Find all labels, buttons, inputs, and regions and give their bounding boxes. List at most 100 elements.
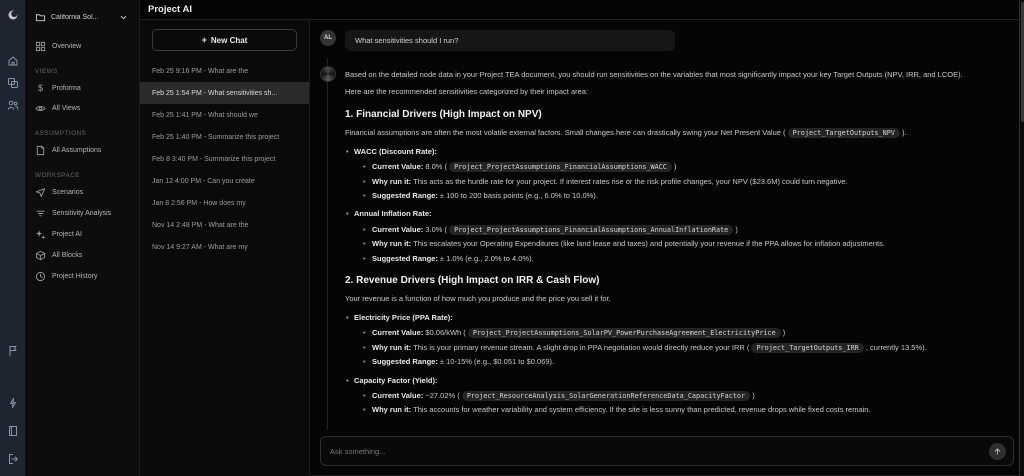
sidebar-item-label: All Assumptions (52, 147, 102, 154)
sidebar-item-label: Sensitivity Analysis (52, 210, 112, 217)
chat-history-item[interactable]: Jan 12 4:00 PM - Can you create (140, 170, 309, 192)
assistant-paragraph: Here are the recommended sensitivities c… (345, 87, 589, 97)
chat-history-panel: + New Chat Feb 25 9:16 PM - What are the… (140, 20, 310, 476)
chat-history-item[interactable]: Nov 14 2:48 PM - What are the (140, 214, 309, 236)
composer (320, 436, 1014, 466)
sidebar-section-label: ASSUMPTIONS (35, 130, 87, 137)
sidebar-item-all-views[interactable]: All Views (33, 98, 131, 119)
assistant-bullet: Suggested Range: ± 10-15% (e.g., $0.051 … (345, 357, 1002, 367)
chat-history-item[interactable]: Feb 25 1:54 PM - What sensitivities sh..… (140, 82, 309, 104)
scrollbar[interactable] (1019, 0, 1024, 476)
project-selector-label: California Sol... (51, 14, 99, 21)
assistant-message-row: Based on the detailed node data in your … (320, 66, 1010, 420)
assistant-bullet: Capacity Factor (Yield): (345, 376, 1002, 386)
rail-item-users[interactable] (5, 97, 20, 112)
assistant-section-heading: 1. Financial Drivers (High Impact on NPV… (345, 108, 542, 120)
assistant-paragraph: Your revenue is a function of how much y… (345, 294, 611, 304)
conversation: AL What sensitivities should I run? Base… (310, 20, 1024, 430)
book-icon (7, 425, 19, 437)
arrow-up-icon (993, 447, 1002, 456)
sidebar-item-overview[interactable]: Overview (33, 36, 131, 57)
sidebar-item-label: Project AI (52, 231, 82, 238)
rail-item-book[interactable] (5, 423, 20, 438)
sidebar-item-sensitivity-analysis[interactable]: Sensitivity Analysis (33, 203, 131, 224)
sidebar-item-project-ai[interactable]: Project AI (33, 224, 131, 245)
rail-item-zap[interactable] (5, 395, 20, 410)
chat-history-item[interactable]: Feb 25 9:16 PM - What are the (140, 60, 309, 82)
app-window: California Sol... Overview VIEWS $ Proforma… (0, 0, 1024, 476)
assistant-bullet: Suggested Range: ± 1.0% (e.g., 2.0% to 4… (345, 254, 1002, 264)
assistant-bullet: Why run it: This accounts for weather va… (345, 405, 1002, 415)
new-chat-label: New Chat (210, 35, 248, 45)
sidebar-item-proforma[interactable]: $ Proforma (33, 78, 131, 98)
code-reference-chip: Project_TargetOutputs_IRR (751, 342, 864, 353)
clock-icon (35, 271, 46, 282)
new-chat-button[interactable]: + New Chat (152, 29, 297, 51)
code-reference-chip: Project_ProjectAssumptions_SolarPV_Power… (467, 328, 781, 339)
dollar-icon: $ (37, 83, 43, 93)
rail-item-copy[interactable] (5, 75, 20, 90)
scenarios-icon (35, 187, 46, 198)
user-message-row: AL What sensitivities should I run? (320, 30, 1010, 51)
sidebar-item-label: Scenarios (52, 189, 84, 196)
logout-icon (7, 453, 19, 465)
users-icon (7, 99, 19, 111)
chat-history-item[interactable]: Feb 25 1:40 PM - Summarize this project (140, 126, 309, 148)
send-button[interactable] (989, 442, 1006, 460)
assistant-bullet: Suggested Range: ± 100 to 200 basis poin… (345, 191, 1002, 201)
sidebar-item-project-history[interactable]: Project History (33, 266, 131, 287)
assistant-bullet: Why run it: This is your primary revenue… (345, 342, 1002, 353)
rail-item-flag[interactable] (5, 343, 20, 358)
chat-history-item[interactable]: Nov 14 9:27 AM - What are my (140, 236, 309, 258)
sidebar-section-label: VIEWS (35, 68, 58, 75)
chat-history-item[interactable]: Jan 8 2:56 PM - How does my (140, 192, 309, 214)
assistant-bullet: Current Value: ~27.02% ( Project_Resourc… (345, 390, 1002, 401)
sidebar-section-label: WORKSPACE (35, 172, 80, 179)
code-reference-chip: Project_TargetOutputs_NPV (787, 128, 900, 139)
assistant-bullet: WACC (Discount Rate): (345, 147, 1002, 157)
code-reference-chip: Project_ProjectAssumptions_FinancialAssu… (449, 224, 734, 235)
chat-history-item[interactable]: Feb 25 1:41 PM - What should we (140, 104, 309, 126)
file-icon (35, 145, 46, 156)
assistant-bullet: Current Value: $0.06/kWh ( Project_Proje… (345, 328, 1002, 339)
page-header: Project AI (140, 0, 1024, 20)
home-icon (7, 55, 19, 67)
sidebar-groups: Overview VIEWS $ Proforma All Views ASSUMPTIO… (33, 36, 131, 287)
assistant-message-content: Based on the detailed node data in your … (345, 66, 1010, 420)
assistant-bullet: Why run it: This escalates your Operatin… (345, 239, 1002, 249)
rail-item-logout[interactable] (5, 451, 20, 466)
sidebar-item-all-blocks[interactable]: All Blocks (33, 245, 131, 266)
chat-history-item[interactable]: Feb 8 3:40 PM - Summarize this project (140, 148, 309, 170)
assistant-paragraph: Based on the detailed node data in your … (345, 70, 963, 79)
sidebar-item-label: Proforma (52, 84, 81, 92)
rail-item-home[interactable] (5, 53, 20, 68)
eye-icon (35, 103, 46, 114)
grid-icon (35, 41, 46, 52)
logo-icon (7, 9, 19, 21)
zap-icon (7, 397, 19, 409)
chevron-down-icon (118, 12, 129, 23)
assistant-bullet: Electricity Price (PPA Rate): (345, 313, 1002, 323)
sidebar-item-label: All Blocks (52, 252, 83, 259)
chat-list: Feb 25 9:16 PM - What are the Feb 25 1:54… (140, 60, 309, 476)
chat-input[interactable] (330, 446, 989, 456)
blocks-icon (35, 250, 46, 261)
assistant-bullet: Current Value: 3.0% ( Project_ProjectAss… (345, 224, 1002, 235)
right-region: Project AI + New Chat Feb 25 9:16 PM - W… (140, 0, 1024, 476)
sidebar-item-label: Overview (52, 43, 82, 50)
sidebar-item-scenarios[interactable]: Scenarios (33, 182, 131, 203)
rail-item-logo[interactable] (5, 7, 20, 22)
sidebar-item-label: All Views (52, 105, 81, 112)
sparkles-icon (35, 229, 46, 240)
folder-icon (35, 12, 46, 23)
assistant-bullet: Current Value: 8.0% ( Project_ProjectAss… (345, 162, 1002, 173)
assistant-bullet: Annual Inflation Rate: (345, 209, 1002, 219)
filter-icon (35, 208, 46, 219)
sidebar-item-all-assumptions[interactable]: All Assumptions (33, 140, 131, 161)
code-reference-chip: Project_ProjectAssumptions_FinancialAssu… (449, 162, 672, 173)
flag-icon (7, 345, 19, 357)
assistant-bullet: Why run it: This acts as the hurdle rate… (345, 177, 1002, 187)
page-title: Project AI (148, 4, 192, 15)
project-selector[interactable]: California Sol... (33, 10, 131, 23)
rail-top (5, 7, 20, 112)
